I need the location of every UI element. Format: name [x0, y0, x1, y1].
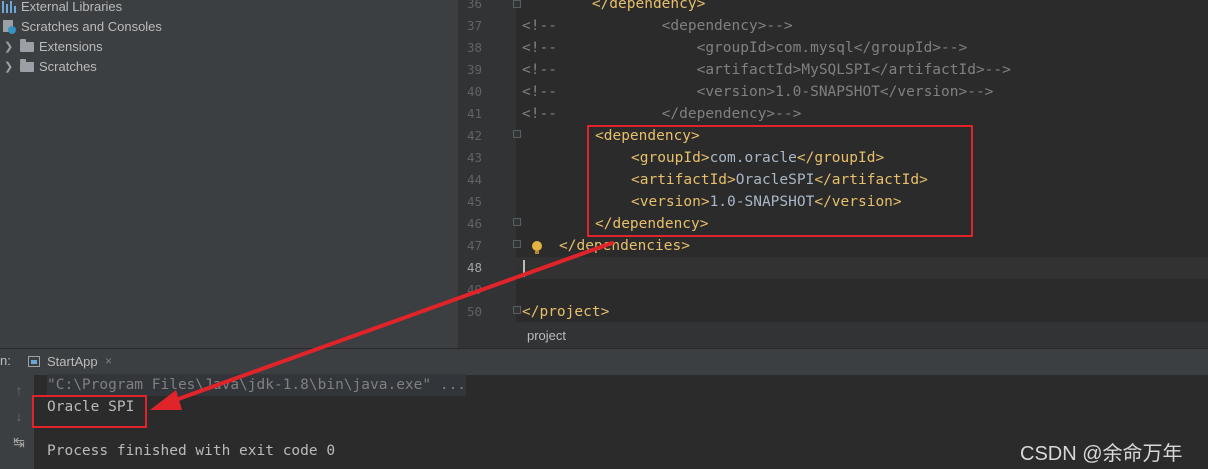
line-number: 46: [466, 216, 482, 231]
soft-wrap-icon[interactable]: ↹: [12, 434, 26, 450]
tree-item-label: Scratches and Consoles: [21, 19, 162, 34]
tree-item-extensions[interactable]: Extensions: [20, 37, 103, 57]
code-line-37: <!-- <dependency>-->: [522, 18, 793, 34]
line-number: 45: [466, 194, 482, 209]
run-toolbar: ↑ ↓ ↹: [0, 375, 34, 469]
line-number: 47: [466, 238, 482, 253]
code-line-50: </project>: [522, 304, 610, 320]
libraries-icon: [2, 0, 16, 13]
code-line-41: <!-- </dependency>-->: [522, 106, 802, 122]
highlight-box-output: [32, 395, 147, 428]
tab-startapp[interactable]: StartApp ×: [22, 349, 122, 375]
breadcrumb: project: [458, 322, 1208, 349]
fold-marker-icon[interactable]: [513, 218, 521, 226]
fold-marker-icon[interactable]: [513, 240, 521, 248]
folder-icon: [20, 58, 34, 72]
folder-icon: [20, 38, 34, 52]
tab-label: StartApp: [47, 354, 98, 369]
breadcrumb-item-project[interactable]: project: [527, 328, 566, 343]
code-line-47: </dependencies>: [559, 238, 690, 254]
highlight-box-dependency: [587, 125, 973, 237]
line-number: 39: [466, 62, 482, 77]
line-number: 40: [466, 84, 482, 99]
tree-item-scratches[interactable]: Scratches: [20, 57, 97, 77]
fold-marker-icon[interactable]: [513, 130, 521, 138]
lightbulb-icon[interactable]: [532, 241, 542, 254]
code-line-38: <!-- <groupId>com.mysql</groupId>-->: [522, 40, 968, 56]
project-tree-panel: External Libraries Scratches and Console…: [0, 0, 458, 348]
tree-item-label: Scratches: [39, 59, 97, 74]
line-number: 37: [466, 18, 482, 33]
fold-marker-icon[interactable]: [513, 0, 521, 8]
close-icon[interactable]: ×: [105, 354, 112, 368]
current-line-highlight: [458, 257, 1208, 279]
line-number: 48: [466, 260, 482, 275]
arrow-down-icon[interactable]: ↓: [12, 408, 26, 424]
code-line-36: </dependency>: [522, 0, 706, 12]
run-panel-header: n: StartApp ×: [0, 348, 1208, 375]
line-number: 44: [466, 172, 482, 187]
line-number: 36: [466, 0, 482, 11]
run-panel-label: n:: [0, 353, 11, 368]
editor-gutter: 36 37 38 39 40 41 42 43 44 45 46 47 48 4…: [458, 0, 516, 322]
line-number: 50: [466, 304, 482, 319]
watermark: CSDN @余命万年: [1020, 443, 1183, 465]
chevron-right-icon[interactable]: ❯: [4, 57, 14, 77]
arrow-up-icon[interactable]: ↑: [12, 382, 26, 398]
tree-item-external-libraries[interactable]: External Libraries: [2, 0, 122, 17]
line-number: 42: [466, 128, 482, 143]
tree-item-label: Extensions: [39, 39, 103, 54]
code-line-39: <!-- <artifactId>MySQLSPI</artifactId>--…: [522, 62, 1011, 78]
line-number: 38: [466, 40, 482, 55]
console-command-line: "C:\Program Files\Java\jdk-1.8\bin\java.…: [47, 374, 467, 396]
tree-item-label: External Libraries: [21, 0, 123, 14]
line-number: 49: [466, 282, 482, 297]
application-icon: [28, 356, 40, 367]
line-number: 41: [466, 106, 482, 121]
chevron-right-icon[interactable]: ❯: [4, 37, 14, 57]
console-exit-message: Process finished with exit code 0: [47, 443, 336, 459]
code-line-40: <!-- <version>1.0-SNAPSHOT</version>-->: [522, 84, 994, 100]
scratches-icon: [2, 19, 16, 34]
fold-marker-icon[interactable]: [513, 306, 521, 314]
line-number: 43: [466, 150, 482, 165]
tree-item-scratches-and-consoles[interactable]: Scratches and Consoles: [2, 17, 162, 37]
text-caret: [523, 260, 525, 277]
